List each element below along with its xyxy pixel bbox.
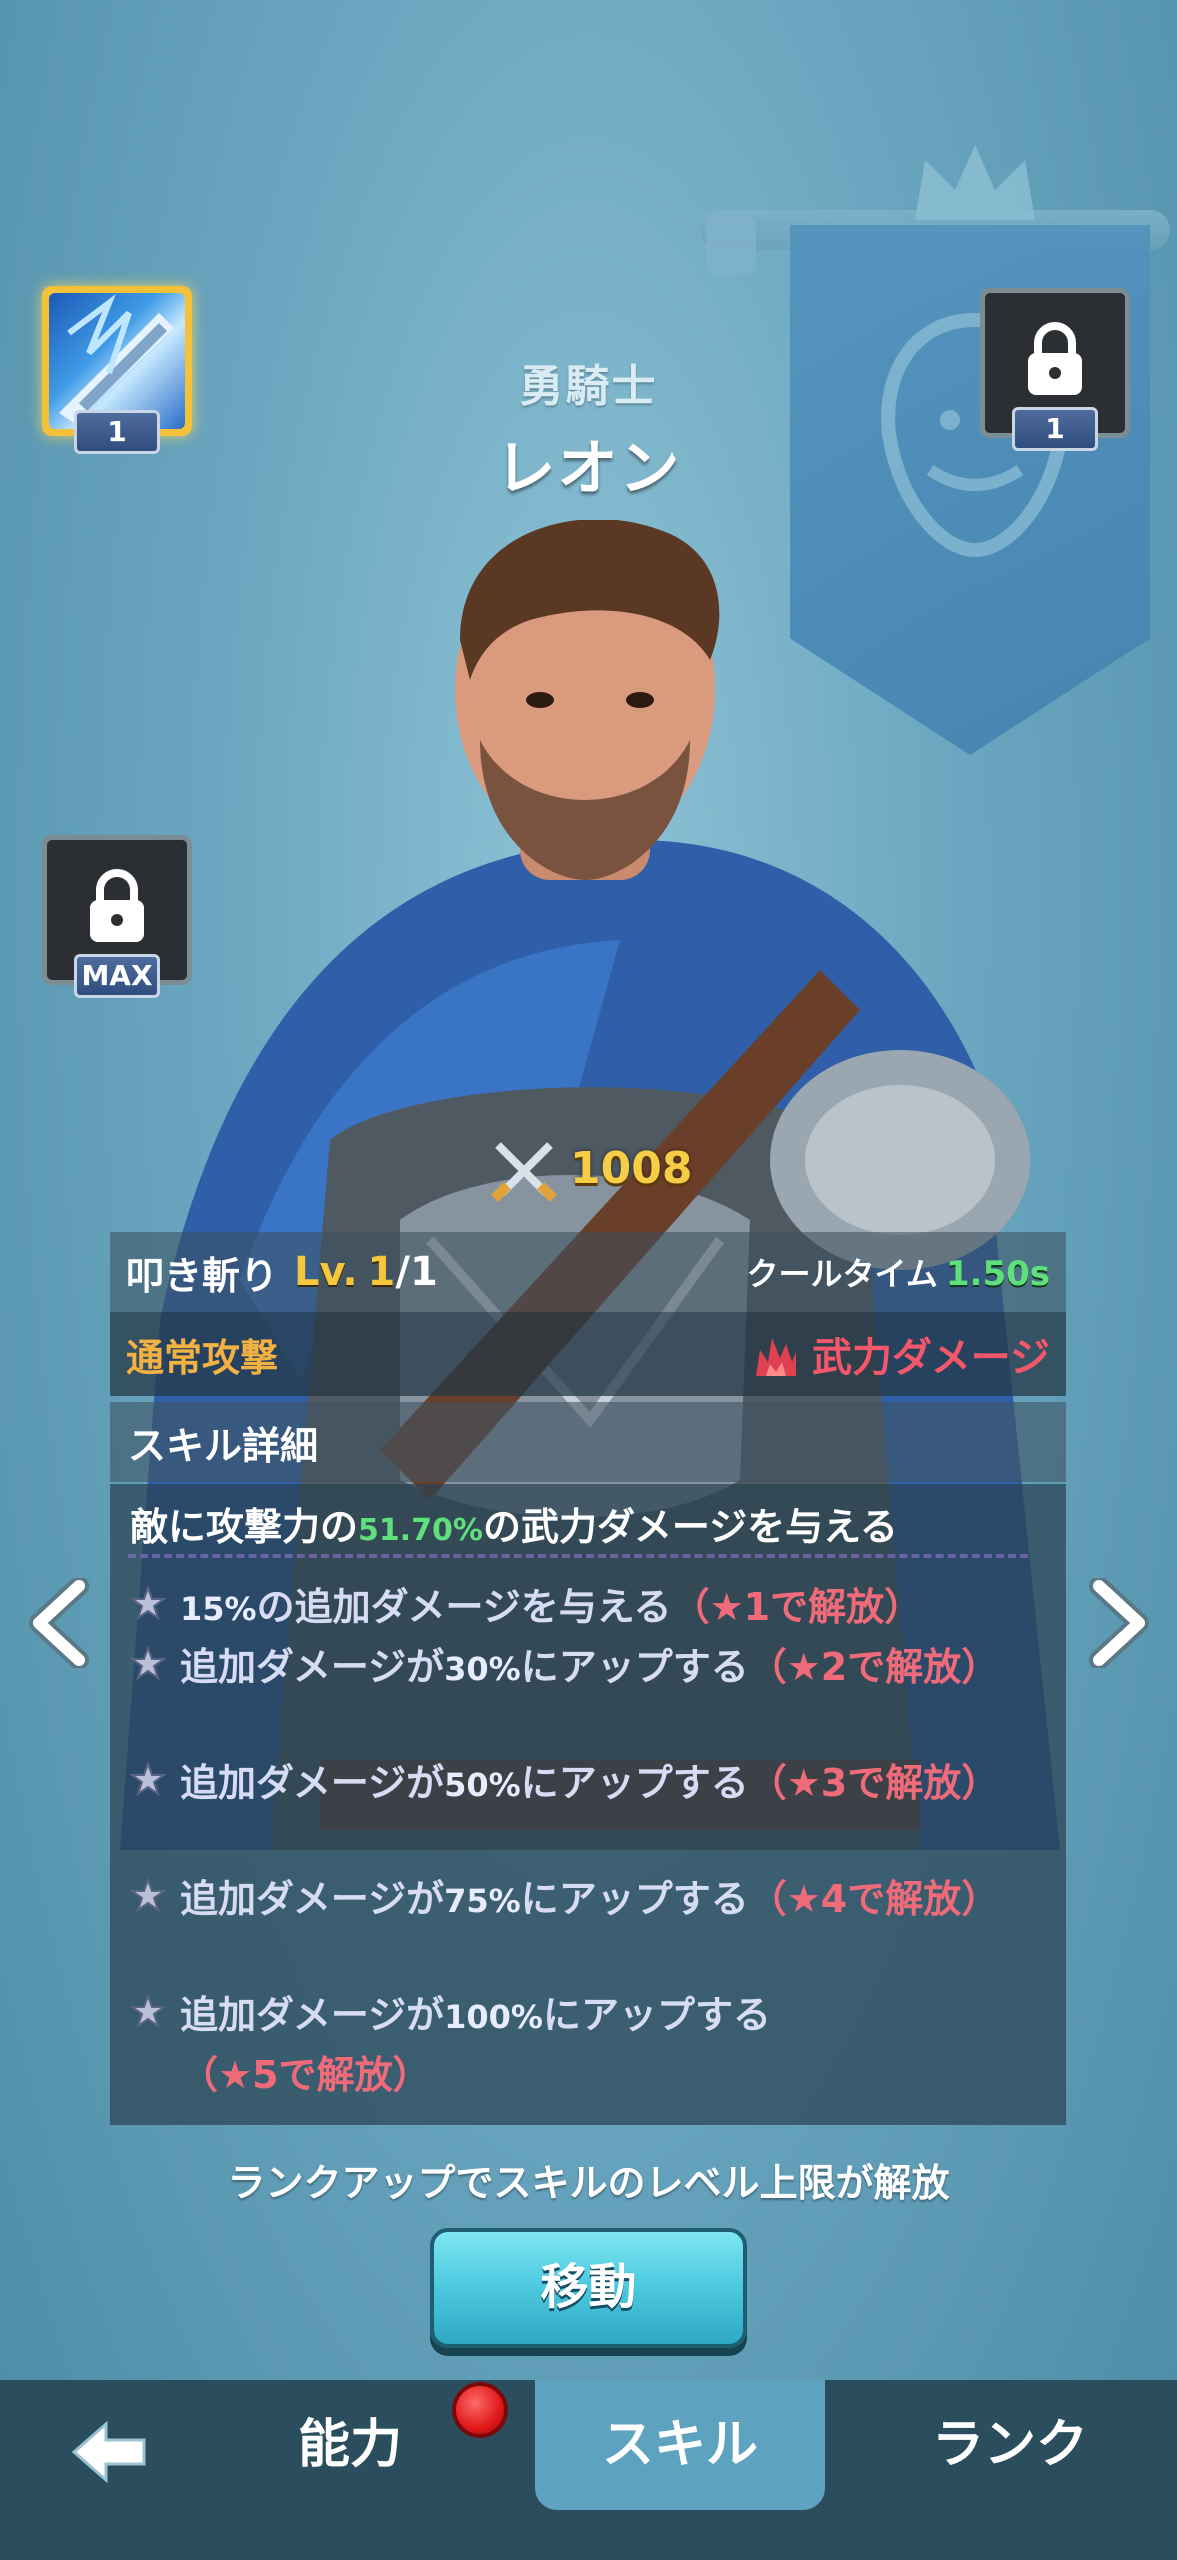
skill-level: 1 (367, 1249, 396, 1295)
cooldown-value: 1.50s (945, 1254, 1050, 1294)
banner-knob (706, 215, 756, 275)
effect-post: の追加ダメージを与える (256, 1585, 672, 1629)
rank-up-note: ランクアップでスキルのレベル上限が解放 (227, 2161, 950, 2205)
effect-pct: 30% (444, 1650, 521, 1688)
skill-slot-3[interactable]: MAX (42, 835, 192, 998)
cooldown: クールタイム 1.50s (747, 1249, 1051, 1295)
effect-item: 追加ダメージが50%にアップする（★3で解放） (130, 1754, 1030, 1814)
effect-post: にアップする (520, 1645, 749, 1689)
next-hero-arrow-icon[interactable] (1084, 1578, 1154, 1668)
cooldown-label: クールタイム (746, 1255, 938, 1293)
effect-pct: 75% (444, 1882, 521, 1920)
crown-icon (915, 145, 1035, 220)
move-button[interactable]: 移動 (430, 2228, 747, 2348)
skill-level-prefix: Lv. (294, 1249, 358, 1295)
damage-type: 武力ダメージ (750, 1325, 1050, 1383)
effect-item: 追加ダメージが30%にアップする（★2で解放） (130, 1638, 1030, 1698)
skill-level-badge: MAX (74, 954, 160, 998)
effect-pre: 追加ダメージが (180, 1993, 445, 2037)
skill-level-badge: 1 (74, 410, 160, 454)
effect-item: 15%の追加ダメージを与える（★1で解放） (130, 1578, 1030, 1638)
lock-icon (1028, 322, 1082, 395)
move-button-label: 移動 (540, 2259, 637, 2315)
star-icon (130, 1646, 166, 1681)
effect-unlock: （★3で解放） (748, 1761, 1000, 1805)
star-icon (130, 1994, 166, 2029)
prev-hero-arrow-icon[interactable] (24, 1578, 94, 1668)
effect-pct: 50% (444, 1766, 521, 1804)
skill-description: 敵に攻撃力の51.70%の武力ダメージを与える (130, 1496, 898, 1551)
effect-pct: 15% (180, 1590, 257, 1628)
back-arrow-icon[interactable] (70, 2420, 150, 2484)
effect-post: にアップする (520, 1761, 749, 1805)
skill-level-max: /1 (395, 1249, 438, 1295)
detail-title: スキル詳細 (128, 1423, 319, 1468)
crossed-swords-icon (491, 1142, 557, 1202)
tab-ability[interactable]: 能力 (240, 2380, 460, 2510)
skill-header: 叩き斬り Lv. 1 /1 クールタイム 1.50s (110, 1232, 1066, 1312)
effect-pre: 追加ダメージが (180, 1761, 445, 1805)
detail-title-row: スキル詳細 (110, 1402, 1066, 1482)
damage-type-label: 武力ダメージ (812, 1335, 1050, 1381)
lock-icon (90, 869, 144, 942)
power-value: 1008 (570, 1143, 693, 1194)
effect-item: 追加ダメージが75%にアップする（★4で解放） (130, 1870, 1030, 1930)
star-icon (130, 1878, 166, 1913)
tab-skill[interactable]: スキル (535, 2380, 825, 2510)
description-prefix: 敵に攻撃力の (130, 1505, 359, 1549)
effect-post: にアップする (542, 1993, 771, 2037)
effect-post: にアップする (520, 1877, 749, 1921)
description-suffix: の武力ダメージを与える (482, 1505, 898, 1549)
effect-unlock: （★1で解放） (671, 1585, 923, 1629)
effect-pre: 追加ダメージが (180, 1645, 445, 1689)
skill-level-badge: 1 (1012, 407, 1098, 451)
effect-unlock: （★4で解放） (748, 1877, 1000, 1921)
sword-slash-icon (49, 293, 185, 429)
star-icon (130, 1762, 166, 1797)
skill-type-row: 通常攻撃 武力ダメージ (110, 1312, 1066, 1396)
skill-slot-2[interactable]: 1 (980, 288, 1130, 451)
tab-rank[interactable]: ランク (900, 2380, 1120, 2510)
description-pct: 51.70% (358, 1513, 483, 1548)
skill-name: 叩き斬り (126, 1253, 279, 1298)
effect-unlock: （★2で解放） (748, 1645, 1000, 1689)
effect-pct: 100% (444, 1998, 543, 2036)
star-icon (130, 1586, 166, 1621)
fire-icon (756, 1338, 796, 1376)
effect-item: 追加ダメージが100%にアップする （★5で解放） (130, 1986, 1030, 2104)
divider (128, 1554, 1028, 1558)
skill-slot-1[interactable]: 1 (42, 286, 192, 454)
effect-pre: 追加ダメージが (180, 1877, 445, 1921)
notification-dot (452, 2382, 508, 2438)
attack-type: 通常攻撃 (126, 1335, 279, 1380)
effect-unlock: （★5で解放） (180, 2053, 431, 2097)
